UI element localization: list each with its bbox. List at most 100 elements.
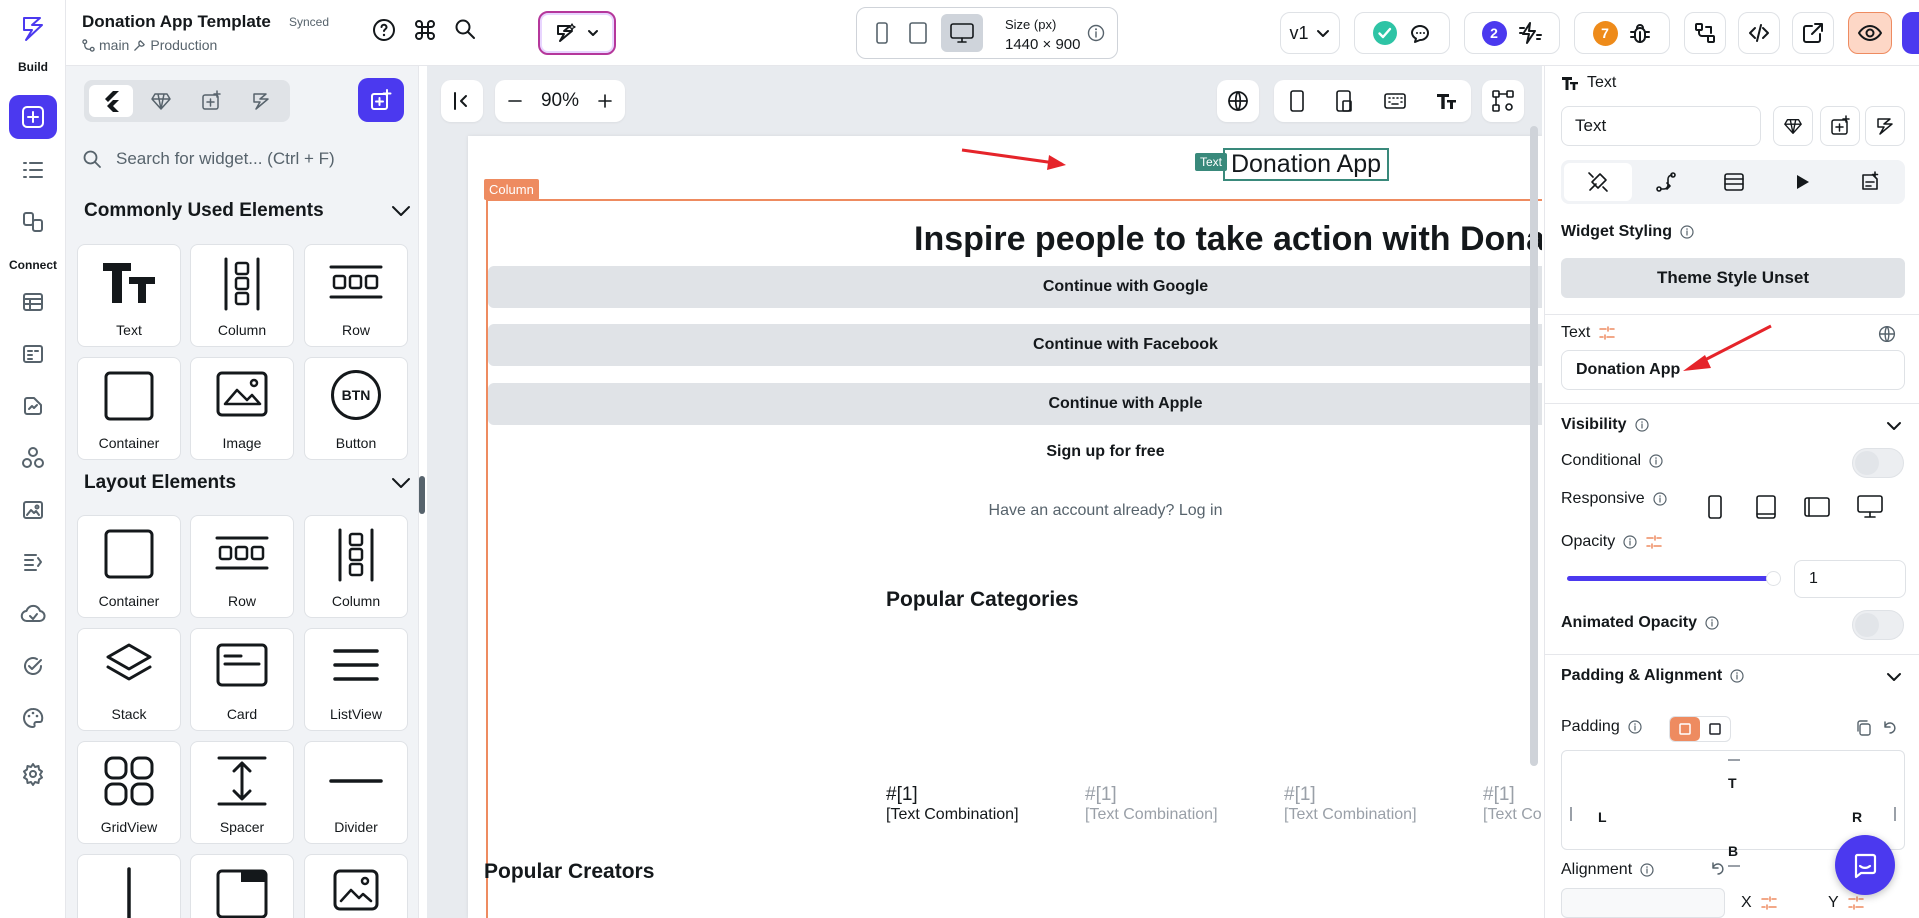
branch-info[interactable]: main Production bbox=[82, 37, 217, 53]
run-deploy-button[interactable] bbox=[1902, 12, 1919, 54]
padding-left-handle[interactable] bbox=[1570, 807, 1572, 821]
help-icon[interactable] bbox=[372, 18, 396, 42]
widget-card-column[interactable]: Column bbox=[190, 244, 294, 347]
translate-globe-icon[interactable] bbox=[1878, 325, 1896, 343]
layout-elements-section[interactable]: Layout Elements bbox=[84, 468, 412, 498]
headline-text[interactable]: Inspire people to take action with Donat… bbox=[914, 220, 1542, 259]
reset-icon[interactable] bbox=[1881, 719, 1899, 737]
tab-generate-children[interactable] bbox=[1700, 163, 1768, 201]
info-icon[interactable] bbox=[1680, 225, 1694, 239]
widget-card-gridview[interactable]: GridView bbox=[77, 741, 181, 844]
padding-all-sides-button[interactable] bbox=[1670, 717, 1700, 741]
safe-area-icon[interactable] bbox=[1334, 89, 1354, 113]
phone-frame-icon[interactable] bbox=[1288, 89, 1306, 113]
responsive-tablet-toggle[interactable] bbox=[1751, 492, 1781, 522]
zoom-out-icon[interactable] bbox=[507, 93, 523, 109]
padding-bottom-handle[interactable] bbox=[1728, 865, 1740, 867]
flutterflow-logo-icon[interactable] bbox=[20, 14, 46, 44]
variable-icon[interactable] bbox=[1760, 895, 1778, 911]
info-icon[interactable] bbox=[1087, 24, 1105, 42]
open-external-button[interactable] bbox=[1792, 12, 1834, 54]
widget-card-carousel[interactable] bbox=[304, 854, 408, 918]
variable-icon[interactable] bbox=[1847, 895, 1865, 911]
text-scale-icon[interactable] bbox=[1435, 91, 1457, 111]
rail-app-state-button[interactable] bbox=[9, 332, 57, 376]
opacity-slider-handle[interactable] bbox=[1766, 571, 1781, 586]
zoom-level[interactable]: 90% bbox=[541, 90, 579, 112]
info-icon[interactable] bbox=[1649, 454, 1663, 468]
rail-api-button[interactable] bbox=[9, 436, 57, 480]
category-item[interactable]: #[1] [Text Combination] bbox=[1284, 784, 1417, 824]
info-icon[interactable] bbox=[1634, 418, 1649, 432]
padding-editor[interactable]: T L R B bbox=[1561, 750, 1905, 867]
padding-left-label[interactable]: L bbox=[1598, 809, 1607, 825]
tab-custom-widgets[interactable] bbox=[189, 85, 233, 117]
rail-add-widget-button[interactable] bbox=[9, 95, 57, 139]
convert-to-component-button[interactable] bbox=[1820, 106, 1860, 146]
responsive-phone-toggle[interactable] bbox=[1700, 492, 1730, 522]
rail-settings-button[interactable] bbox=[9, 752, 57, 796]
widget-panel-scrollbar[interactable] bbox=[419, 476, 425, 514]
padding-uniform-button[interactable] bbox=[1700, 717, 1730, 741]
continue-facebook-button[interactable]: Continue with Facebook bbox=[488, 324, 1542, 366]
widget-card-spacer[interactable]: Spacer bbox=[190, 741, 294, 844]
info-icon[interactable] bbox=[1628, 720, 1642, 734]
variable-icon[interactable] bbox=[1645, 534, 1663, 550]
chevron-down-icon[interactable] bbox=[1885, 417, 1903, 435]
debug-button[interactable]: 7 bbox=[1574, 12, 1670, 54]
visibility-section[interactable]: Visibility bbox=[1561, 416, 1649, 434]
chevron-down-icon[interactable] bbox=[1885, 668, 1903, 686]
responsive-tablet-landscape-toggle[interactable] bbox=[1802, 492, 1832, 522]
opacity-value-input[interactable]: 1 bbox=[1794, 560, 1906, 598]
widget-card-card[interactable]: Card bbox=[190, 628, 294, 731]
padding-top-handle[interactable] bbox=[1728, 759, 1740, 761]
widget-card-vertical-divider[interactable] bbox=[77, 854, 181, 918]
size-value[interactable]: 1440 × 900 bbox=[1005, 36, 1081, 53]
conditional-toggle[interactable] bbox=[1852, 448, 1904, 478]
info-icon[interactable] bbox=[1653, 492, 1667, 506]
collaboration-button[interactable] bbox=[1354, 12, 1450, 54]
signup-link[interactable]: Sign up for free bbox=[468, 443, 1542, 461]
padding-right-label[interactable]: R bbox=[1852, 809, 1862, 825]
canvas-settings-button[interactable] bbox=[1482, 80, 1524, 122]
version-select[interactable]: v1 bbox=[1280, 12, 1340, 54]
widget-card-button[interactable]: BTN Button bbox=[304, 357, 408, 460]
category-item[interactable]: #[1] [Text Combination] bbox=[1483, 784, 1542, 824]
flutterflow-ai-button[interactable] bbox=[538, 11, 616, 55]
widget-card-tabbar[interactable] bbox=[190, 854, 294, 918]
widget-card-row[interactable]: Row bbox=[304, 244, 408, 347]
category-item[interactable]: #[1] [Text Combination] bbox=[886, 784, 1019, 824]
animated-opacity-toggle[interactable] bbox=[1852, 610, 1904, 640]
rail-database-button[interactable] bbox=[9, 280, 57, 324]
zoom-in-icon[interactable] bbox=[597, 93, 613, 109]
info-icon[interactable] bbox=[1640, 863, 1654, 877]
tab-actions[interactable] bbox=[1768, 163, 1836, 201]
text-value-input[interactable]: Donation App bbox=[1561, 350, 1905, 390]
theme-style-button[interactable]: Theme Style Unset bbox=[1561, 258, 1905, 298]
info-icon[interactable] bbox=[1623, 535, 1637, 549]
info-icon[interactable] bbox=[1705, 616, 1719, 630]
tab-premium-widgets[interactable] bbox=[139, 85, 183, 117]
language-button[interactable] bbox=[1217, 80, 1259, 122]
tab-ff-components[interactable] bbox=[239, 85, 283, 117]
desktop-device-button[interactable] bbox=[941, 14, 983, 52]
issues-button[interactable]: 2 bbox=[1464, 12, 1560, 54]
widget-card-listview[interactable]: ListView bbox=[304, 628, 408, 731]
tab-documentation[interactable] bbox=[1836, 163, 1904, 201]
login-link[interactable]: Have an account already? Log in bbox=[468, 502, 1542, 520]
continue-google-button[interactable]: Continue with Google bbox=[488, 266, 1542, 308]
search-icon[interactable] bbox=[454, 18, 476, 40]
widget-search-input[interactable] bbox=[116, 149, 376, 169]
app-title-text[interactable]: Donation App bbox=[1223, 148, 1389, 181]
padding-alignment-section[interactable]: Padding & Alignment bbox=[1561, 667, 1744, 685]
widget-card-container[interactable]: Container bbox=[77, 357, 181, 460]
support-chat-button[interactable] bbox=[1835, 835, 1895, 895]
widget-card-image[interactable]: Image bbox=[190, 357, 294, 460]
widget-card-divider[interactable]: Divider bbox=[304, 741, 408, 844]
rail-storage-button[interactable] bbox=[9, 384, 57, 428]
command-icon[interactable] bbox=[413, 18, 437, 42]
widget-card-row[interactable]: Row bbox=[190, 515, 294, 618]
widget-card-container[interactable]: Container bbox=[77, 515, 181, 618]
padding-top-label[interactable]: T bbox=[1728, 775, 1737, 791]
tab-properties[interactable] bbox=[1564, 163, 1632, 201]
